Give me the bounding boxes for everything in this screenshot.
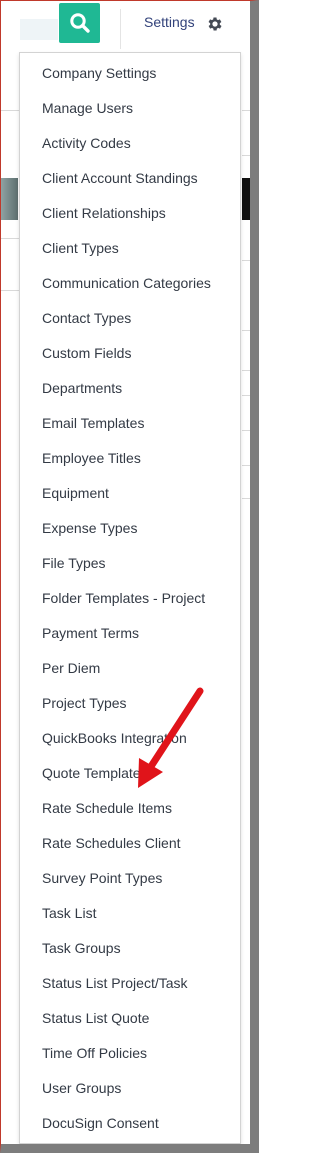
menu-item-rate-schedules-client[interactable]: Rate Schedules Client — [42, 834, 181, 852]
menu-item-status-list-quote[interactable]: Status List Quote — [42, 1009, 149, 1027]
menu-item-client-account-standings[interactable]: Client Account Standings — [42, 169, 198, 187]
menu-item-company-settings[interactable]: Company Settings — [42, 64, 156, 82]
menu-item-expense-types[interactable]: Expense Types — [42, 519, 137, 537]
menu-item-manage-users[interactable]: Manage Users — [42, 99, 133, 117]
settings-link[interactable]: Settings — [144, 14, 195, 30]
background-rule — [242, 395, 250, 396]
menu-item-quote-templates[interactable]: Quote Templates — [42, 764, 148, 782]
menu-item-folder-templates-project[interactable]: Folder Templates - Project — [42, 589, 205, 607]
search-icon — [69, 13, 90, 33]
menu-item-quickbooks-integration[interactable]: QuickBooks Integration — [42, 729, 187, 747]
menu-item-time-off-policies[interactable]: Time Off Policies — [42, 1044, 147, 1062]
menu-item-task-list[interactable]: Task List — [42, 904, 96, 922]
menu-item-status-list-project-task[interactable]: Status List Project/Task — [42, 974, 188, 992]
menu-item-rate-schedule-items[interactable]: Rate Schedule Items — [42, 799, 172, 817]
background-rule — [242, 155, 250, 156]
background-rule — [242, 465, 250, 466]
background-banner-edge — [242, 178, 250, 220]
background-rule — [1, 110, 19, 111]
background-rule — [242, 370, 250, 371]
background-rule — [242, 430, 250, 431]
menu-item-activity-codes[interactable]: Activity Codes — [42, 134, 131, 152]
background-rule — [242, 330, 250, 331]
menu-item-custom-fields[interactable]: Custom Fields — [42, 344, 131, 362]
background-rule — [242, 498, 250, 499]
background-rule — [1, 238, 19, 239]
menu-item-project-types[interactable]: Project Types — [42, 694, 127, 712]
menu-item-task-groups[interactable]: Task Groups — [42, 939, 121, 957]
menu-item-email-templates[interactable]: Email Templates — [42, 414, 144, 432]
background-rule — [242, 110, 250, 111]
menu-item-user-groups[interactable]: User Groups — [42, 1079, 121, 1097]
menu-item-client-relationships[interactable]: Client Relationships — [42, 204, 166, 222]
background-banner — [1, 178, 18, 220]
menu-item-survey-point-types[interactable]: Survey Point Types — [42, 869, 162, 887]
menu-item-employee-titles[interactable]: Employee Titles — [42, 449, 141, 467]
menu-item-departments[interactable]: Departments — [42, 379, 122, 397]
background-rule — [242, 260, 250, 261]
menu-item-payment-terms[interactable]: Payment Terms — [42, 624, 139, 642]
menu-item-equipment[interactable]: Equipment — [42, 484, 109, 502]
header-divider — [120, 9, 121, 49]
settings-dropdown-menu: Company Settings Manage Users Activity C… — [19, 52, 241, 1144]
menu-item-docusign-consent[interactable]: DocuSign Consent — [42, 1114, 159, 1132]
background-panel — [20, 19, 58, 40]
background-rule — [1, 290, 19, 291]
search-button[interactable] — [59, 3, 100, 43]
menu-item-file-types[interactable]: File Types — [42, 554, 106, 572]
menu-item-contact-types[interactable]: Contact Types — [42, 309, 131, 327]
menu-item-per-diem[interactable]: Per Diem — [42, 659, 100, 677]
gear-icon[interactable] — [206, 15, 224, 33]
menu-item-client-types[interactable]: Client Types — [42, 239, 119, 257]
menu-item-communication-categories[interactable]: Communication Categories — [42, 274, 211, 292]
